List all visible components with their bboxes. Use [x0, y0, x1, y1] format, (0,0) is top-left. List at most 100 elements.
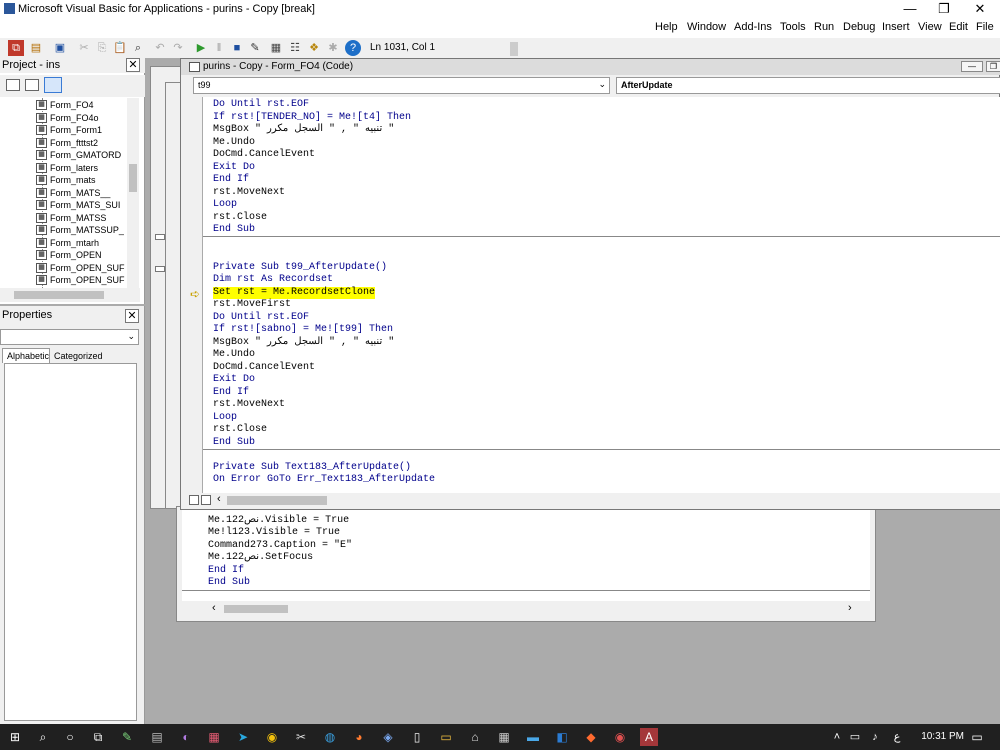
- tree-item[interactable]: ▦ Form_GMATORD: [36, 150, 121, 162]
- app-icon[interactable]: ▤: [148, 728, 166, 746]
- menu-window[interactable]: Window: [687, 21, 726, 33]
- tree-item[interactable]: ▦ Form_MATS__: [36, 188, 110, 200]
- tree-item[interactable]: ▦ Form_OPEN_SUF: [36, 263, 125, 275]
- telegram-icon[interactable]: ➤: [234, 728, 252, 746]
- close-icon[interactable]: ✕: [126, 58, 140, 72]
- menu-add-ins[interactable]: Add-Ins: [734, 21, 772, 33]
- code2-horizontal-scrollbar[interactable]: ‹ ›: [182, 602, 872, 616]
- access-icon[interactable]: A: [640, 728, 658, 746]
- code-margin[interactable]: ➪: [187, 97, 203, 493]
- minimize-icon[interactable]: —: [961, 61, 983, 72]
- view-access-icon[interactable]: ⧉: [8, 40, 24, 56]
- chrome-icon[interactable]: ◉: [263, 728, 281, 746]
- copy-icon[interactable]: ⎘: [94, 40, 110, 56]
- volume-icon[interactable]: ♪: [866, 728, 884, 746]
- close-icon[interactable]: ✕: [125, 309, 139, 323]
- tree-item[interactable]: ▦ Form_FO4: [36, 100, 94, 112]
- project-horizontal-scrollbar[interactable]: [0, 288, 140, 302]
- windows-start-icon[interactable]: ⊞: [6, 728, 24, 746]
- network-icon[interactable]: ▭: [846, 728, 864, 746]
- file-icon[interactable]: ▯: [408, 728, 426, 746]
- reset-icon[interactable]: ■: [229, 40, 245, 56]
- close-button[interactable]: ✕: [963, 0, 997, 18]
- task-view-icon[interactable]: ⧉: [89, 728, 107, 746]
- brave-icon[interactable]: ◆: [582, 728, 600, 746]
- properties-window-icon[interactable]: ☷: [287, 40, 303, 56]
- find-icon[interactable]: ⌕: [130, 40, 146, 56]
- tab-alphabetic[interactable]: Alphabetic: [2, 348, 50, 363]
- cut-icon[interactable]: ✂: [76, 40, 92, 56]
- paste-icon[interactable]: 📋: [112, 40, 128, 56]
- toggle-folders-icon[interactable]: [44, 77, 62, 93]
- tree-item[interactable]: ▦ Form_OPEN_SUF: [36, 275, 125, 287]
- code-window[interactable]: purins - Copy - Form_FO4 (Code) — ❐ t99 …: [180, 58, 1000, 510]
- break-icon[interactable]: ‖: [211, 40, 227, 56]
- restore-button[interactable]: ❐: [927, 0, 961, 18]
- minimize-button[interactable]: —: [893, 0, 927, 18]
- redo-icon[interactable]: ↷: [170, 40, 186, 56]
- tree-item[interactable]: ▦ Form_ftttst2: [36, 138, 98, 150]
- app-icon[interactable]: ◈: [379, 728, 397, 746]
- clock[interactable]: 10:31 PM: [921, 731, 964, 742]
- tree-item[interactable]: ▦ Form_MATS_SUI: [36, 200, 120, 212]
- code-window-secondary[interactable]: Me.نص122.Visible = True Me!l123.Visible …: [176, 506, 876, 622]
- design-mode-icon[interactable]: ✎: [247, 40, 263, 56]
- save-icon[interactable]: ▣: [52, 40, 68, 56]
- chevron-left-icon[interactable]: ‹: [212, 602, 216, 614]
- tree-item[interactable]: ▦ Form_laters: [36, 163, 98, 175]
- view-object-icon[interactable]: [25, 79, 39, 91]
- tab-categorized[interactable]: Categorized: [50, 349, 104, 363]
- project-vertical-scrollbar[interactable]: [127, 98, 139, 288]
- procedure-combo[interactable]: AfterUpdate: [616, 77, 1000, 94]
- menu-debug[interactable]: Debug: [843, 21, 875, 33]
- restore-icon[interactable]: ❐: [986, 61, 1000, 72]
- procedure-view-icon[interactable]: [189, 495, 199, 505]
- undo-icon[interactable]: ↶: [152, 40, 168, 56]
- help-icon[interactable]: ?: [345, 40, 361, 56]
- menu-help[interactable]: Help: [655, 21, 678, 33]
- tree-item[interactable]: ▦ Form_mtarh: [36, 238, 99, 250]
- tree-item[interactable]: ▦ Form_OPEN: [36, 250, 102, 262]
- firefox-icon[interactable]: ◕: [350, 728, 368, 746]
- outlook-icon[interactable]: ◧: [553, 728, 571, 746]
- app-icon[interactable]: ✎: [118, 728, 136, 746]
- insert-object-icon[interactable]: ▤: [28, 40, 44, 56]
- language-indicator[interactable]: ع: [888, 728, 906, 746]
- app-icon[interactable]: ▬: [524, 728, 542, 746]
- menu-file[interactable]: File: [976, 21, 994, 33]
- object-select[interactable]: ⌄: [0, 329, 139, 345]
- horizontal-scroll-thumb[interactable]: [227, 496, 327, 505]
- file-explorer-icon[interactable]: ▭: [437, 728, 455, 746]
- code-editor[interactable]: Do Until rst.EOF If rst![TENDER_NO] = Me…: [203, 97, 1000, 493]
- tree-item[interactable]: ▦ Form_Form1: [36, 125, 102, 137]
- app-icon[interactable]: ◐: [177, 728, 195, 746]
- tree-item[interactable]: ▦ Form_FO4o: [36, 113, 99, 125]
- store-icon[interactable]: ⌂: [466, 728, 484, 746]
- app-icon[interactable]: ✂: [292, 728, 310, 746]
- project-explorer-icon[interactable]: ▦: [268, 40, 284, 56]
- app-icon[interactable]: ▦: [205, 728, 223, 746]
- menu-edit[interactable]: Edit: [949, 21, 968, 33]
- cortana-icon[interactable]: ○: [61, 728, 79, 746]
- object-combo[interactable]: t99 ⌄: [193, 77, 610, 94]
- tree-item[interactable]: ▦ Form_mats: [36, 175, 96, 187]
- search-icon[interactable]: ⌕: [34, 728, 52, 746]
- full-module-view-icon[interactable]: [201, 495, 211, 505]
- edge-icon[interactable]: ◍: [321, 728, 339, 746]
- menu-tools[interactable]: Tools: [780, 21, 806, 33]
- calculator-icon[interactable]: ▦: [495, 728, 513, 746]
- app-icon[interactable]: ◉: [611, 728, 629, 746]
- notification-icon[interactable]: ▭: [968, 728, 986, 746]
- run-icon[interactable]: ▶: [193, 40, 209, 56]
- tree-item[interactable]: ▦ Form_MATSS: [36, 213, 106, 225]
- menu-insert[interactable]: Insert: [882, 21, 910, 33]
- toolbar-options-icon[interactable]: [510, 42, 518, 56]
- view-code-icon[interactable]: [6, 79, 20, 91]
- code2-editor[interactable]: Me.نص122.Visible = True Me!l123.Visible …: [182, 507, 870, 601]
- toolbox-icon[interactable]: ✱: [325, 40, 341, 56]
- object-browser-icon[interactable]: ❖: [306, 40, 322, 56]
- menu-run[interactable]: Run: [814, 21, 834, 33]
- chevron-up-icon[interactable]: ˄: [828, 728, 846, 746]
- menu-view[interactable]: View: [918, 21, 942, 33]
- chevron-left-icon[interactable]: ‹: [217, 493, 221, 505]
